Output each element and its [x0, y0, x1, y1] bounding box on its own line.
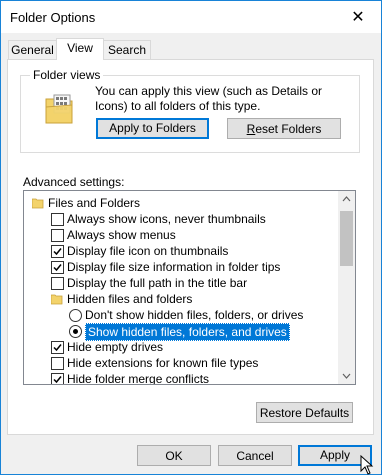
tab-search[interactable]: Search	[103, 40, 151, 59]
reset-folders-button[interactable]: Reset Folders	[227, 118, 341, 139]
reset-mnemonic: R	[246, 122, 256, 136]
setting-label: Don't show hidden files, folders, or dri…	[85, 308, 304, 322]
radio-unselected[interactable]	[69, 309, 82, 322]
setting-label: Always show menus	[67, 228, 176, 242]
close-button[interactable]: ✕	[335, 1, 381, 32]
checkbox-unchecked[interactable]	[51, 229, 64, 242]
advanced-settings-list[interactable]: Files and Folders Always show icons, neve…	[23, 190, 356, 385]
checkbox-unchecked[interactable]	[51, 213, 64, 226]
setting-label: Hide extensions for known file types	[67, 356, 259, 370]
radio-selected[interactable]	[69, 325, 82, 338]
setting-label: Files and Folders	[48, 196, 141, 210]
ok-label: OK	[165, 449, 183, 463]
reset-folders-label: Reset Folders	[247, 122, 322, 136]
folder-views-description: You can apply this view (such as Details…	[95, 84, 323, 113]
ok-button[interactable]: OK	[137, 445, 211, 466]
folder-views-icon	[45, 94, 73, 124]
folder-icon	[32, 198, 44, 209]
tab-general[interactable]: General	[8, 40, 57, 59]
setting-label: Display file size information in folder …	[67, 260, 281, 274]
restore-defaults-button[interactable]: Restore Defaults	[256, 402, 353, 423]
setting-label: Hidden files and folders	[67, 292, 193, 306]
apply-to-folders-label: Apply to Folders	[109, 121, 196, 135]
tab-general-label: General	[11, 43, 54, 57]
setting-label: Hide empty drives	[67, 340, 164, 354]
setting-label: Display the full path in the title bar	[67, 276, 248, 290]
title-bar[interactable]: Folder Options ✕	[1, 1, 381, 33]
folder-icon	[51, 294, 63, 305]
tab-view-label: View	[67, 41, 93, 55]
scrollbar-thumb[interactable]	[340, 211, 353, 266]
scroll-down-icon[interactable]	[338, 367, 355, 384]
cancel-button[interactable]: Cancel	[218, 445, 292, 466]
apply-label: Apply	[319, 448, 351, 462]
advanced-settings-label: Advanced settings:	[23, 175, 125, 189]
checkbox-checked[interactable]	[51, 261, 64, 274]
reset-folders-rest: eset Folders	[255, 122, 322, 136]
checkbox-unchecked[interactable]	[51, 277, 64, 290]
checkbox-unchecked[interactable]	[51, 357, 64, 370]
setting-label: Always show icons, never thumbnails	[67, 212, 266, 226]
checkbox-checked[interactable]	[51, 373, 64, 384]
checkbox-checked[interactable]	[51, 341, 64, 354]
restore-defaults-label: Restore Defaults	[259, 406, 350, 420]
window-title: Folder Options	[10, 10, 96, 25]
scroll-up-icon[interactable]	[338, 191, 355, 208]
tab-search-label: Search	[107, 43, 147, 57]
folder-views-heading: Folder views	[30, 68, 104, 82]
apply-to-folders-button[interactable]: Apply to Folders	[96, 118, 209, 139]
close-icon: ✕	[351, 8, 365, 26]
mouse-pointer-icon	[360, 455, 374, 475]
setting-label: Hide folder merge conflicts	[67, 372, 210, 385]
cancel-label: Cancel	[236, 449, 274, 463]
tab-view[interactable]: View	[56, 38, 104, 60]
setting-label: Display file icon on thumbnails	[67, 244, 229, 258]
vertical-scrollbar[interactable]	[338, 191, 355, 384]
checkbox-checked[interactable]	[51, 245, 64, 258]
